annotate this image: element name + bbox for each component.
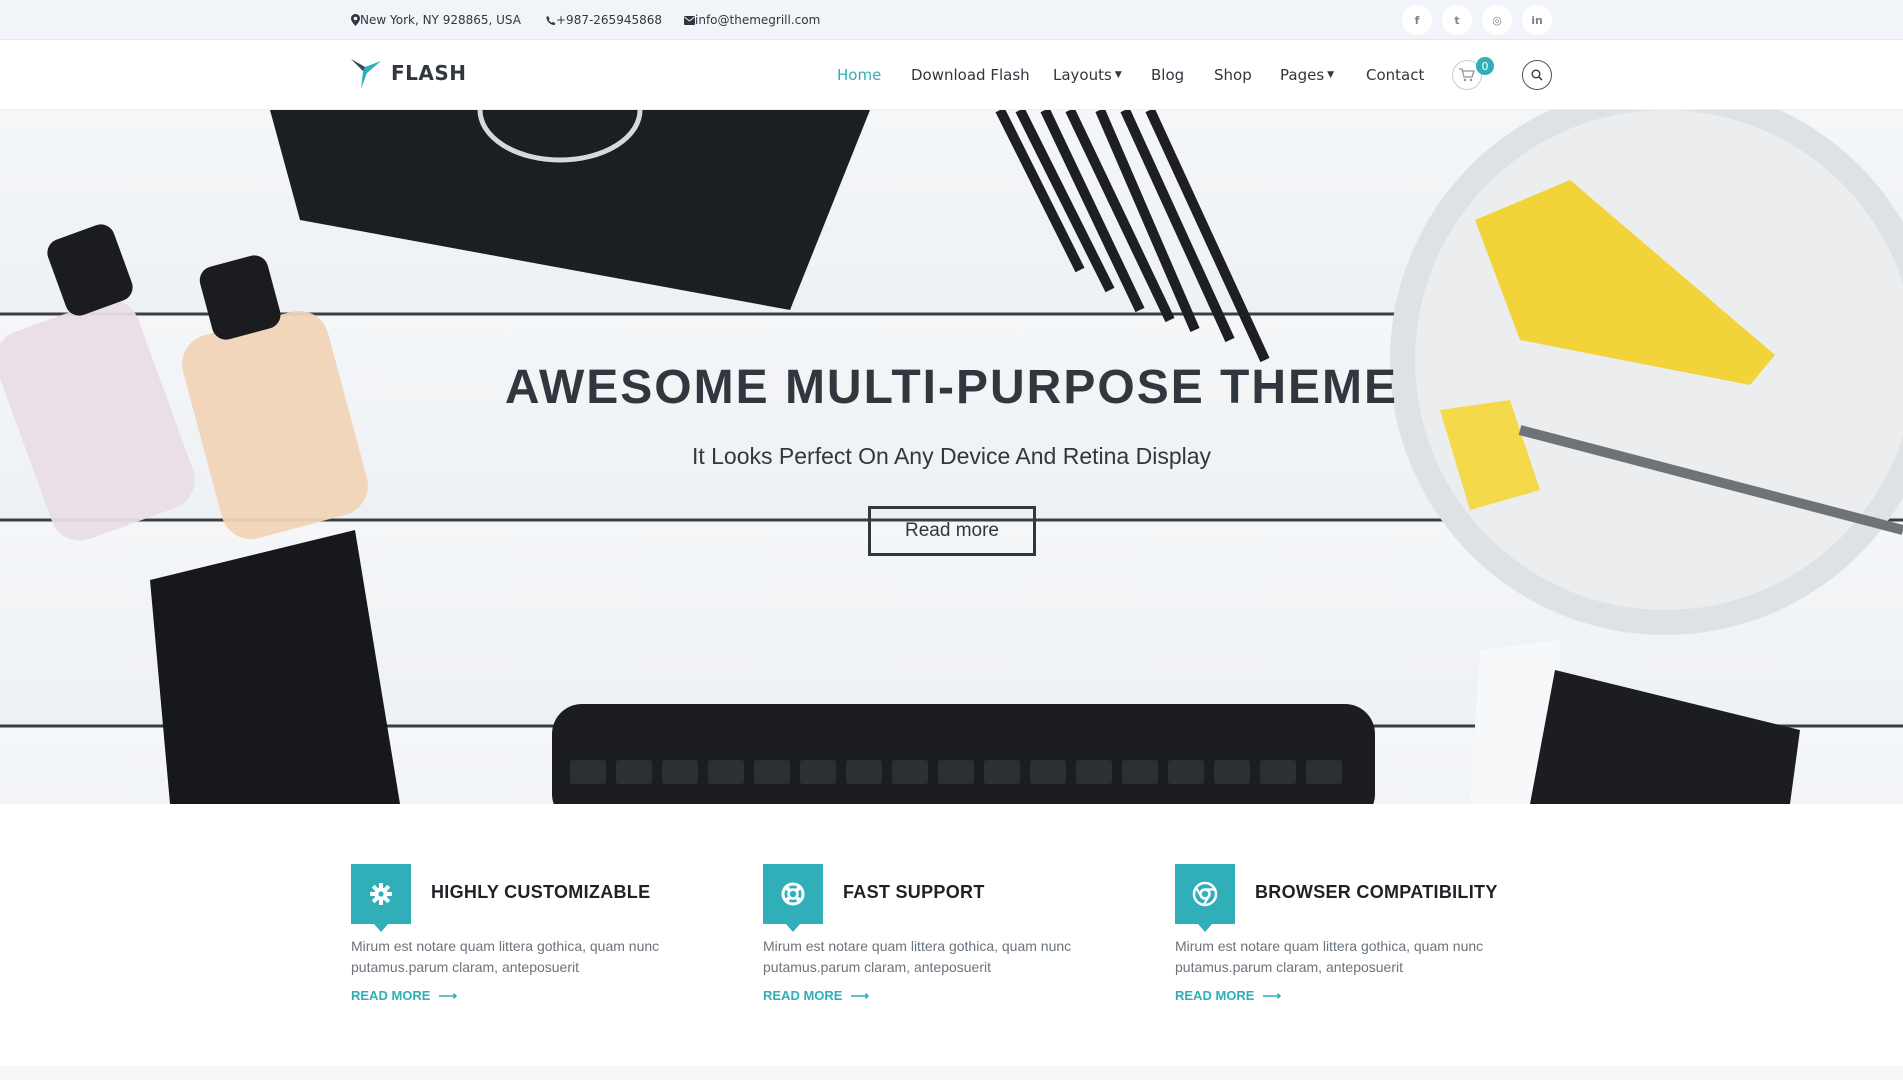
logo-text: FLASH: [391, 61, 467, 85]
features-section: HIGHLY CUSTOMIZABLE Mirum est notare qua…: [0, 804, 1903, 1066]
nav-home-label: Home: [837, 66, 882, 84]
facebook-icon[interactable]: f: [1402, 5, 1432, 35]
hero-slider: AWESOME MULTI-PURPOSE THEME It Looks Per…: [0, 110, 1903, 804]
address-text: New York, NY 928865, USA: [360, 13, 521, 27]
nav-pages[interactable]: Pages ▼: [1280, 40, 1334, 110]
nav-contact-label: Contact: [1366, 66, 1425, 84]
address-info: New York, NY 928865, USA: [351, 0, 521, 40]
nav-pages-label: Pages: [1280, 66, 1325, 84]
read-more-label: READ MORE: [1175, 988, 1255, 1003]
arrow-right-icon: ⟶: [438, 988, 458, 1003]
nav-download-flash-label: Download Flash: [911, 66, 1030, 84]
gear-icon: [351, 864, 411, 932]
phone-info: +987-265945868: [546, 0, 662, 40]
map-marker-icon: [351, 14, 360, 26]
nav-blog-label: Blog: [1151, 66, 1185, 84]
feature-title: FAST SUPPORT: [843, 882, 985, 902]
cart-count-badge: 0: [1476, 57, 1494, 75]
email-text[interactable]: info@themegrill.com: [695, 13, 820, 27]
nav-layouts-label: Layouts: [1053, 66, 1112, 84]
main-header: FLASH Home Download Flash Layouts ▼ Blog …: [0, 40, 1903, 110]
feature-text: Mirum est notare quam littera gothica, q…: [1175, 938, 1484, 975]
top-bar: New York, NY 928865, USA +987-265945868 …: [0, 0, 1903, 40]
cart-icon: [1459, 68, 1475, 82]
feature-title: HIGHLY CUSTOMIZABLE: [431, 882, 651, 902]
hero-title: AWESOME MULTI-PURPOSE THEME: [504, 361, 1399, 414]
arrow-right-icon: ⟶: [850, 988, 870, 1003]
feature-title: BROWSER COMPATIBILITY: [1255, 882, 1498, 902]
nav-contact[interactable]: Contact: [1366, 40, 1424, 110]
chevron-down-icon: ▼: [1327, 70, 1335, 80]
phone-icon: [546, 15, 556, 25]
search-icon: [1531, 69, 1543, 81]
site-logo[interactable]: FLASH: [351, 57, 467, 89]
feature-read-more-link[interactable]: READ MORE ⟶: [1175, 988, 1281, 1004]
chevron-down-icon: ▼: [1114, 70, 1122, 80]
read-more-label: READ MORE: [763, 988, 843, 1003]
nav-blog[interactable]: Blog: [1151, 40, 1184, 110]
read-more-button[interactable]: Read more: [868, 506, 1036, 556]
feature-text: Mirum est notare quam littera gothica, q…: [763, 938, 1072, 975]
envelope-icon: [684, 15, 695, 25]
phone-text: +987-265945868: [556, 13, 663, 27]
nav-layouts[interactable]: Layouts ▼: [1053, 40, 1122, 110]
feature-read-more-link[interactable]: READ MORE ⟶: [351, 988, 457, 1004]
chrome-icon: [1175, 864, 1235, 932]
lifebuoy-icon: [763, 864, 823, 932]
hero-subtitle: It Looks Perfect On Any Device And Retin…: [691, 443, 1212, 469]
nav-shop[interactable]: Shop: [1214, 40, 1252, 110]
footer-strip: [0, 1066, 1903, 1080]
nav-home[interactable]: Home: [837, 40, 881, 110]
email-info: info@themegrill.com: [684, 0, 820, 40]
read-more-label: READ MORE: [351, 988, 431, 1003]
linkedin-icon[interactable]: in: [1522, 5, 1552, 35]
search-button[interactable]: [1522, 60, 1552, 90]
twitter-icon[interactable]: t: [1442, 5, 1472, 35]
instagram-icon[interactable]: ◎: [1482, 5, 1512, 35]
nav-shop-label: Shop: [1214, 66, 1252, 84]
feature-read-more-link[interactable]: READ MORE ⟶: [763, 988, 869, 1004]
feature-text: Mirum est notare quam littera gothica, q…: [351, 938, 660, 975]
bird-logo-icon: [351, 59, 381, 89]
arrow-right-icon: ⟶: [1262, 988, 1282, 1003]
nav-download-flash[interactable]: Download Flash: [911, 40, 1030, 110]
